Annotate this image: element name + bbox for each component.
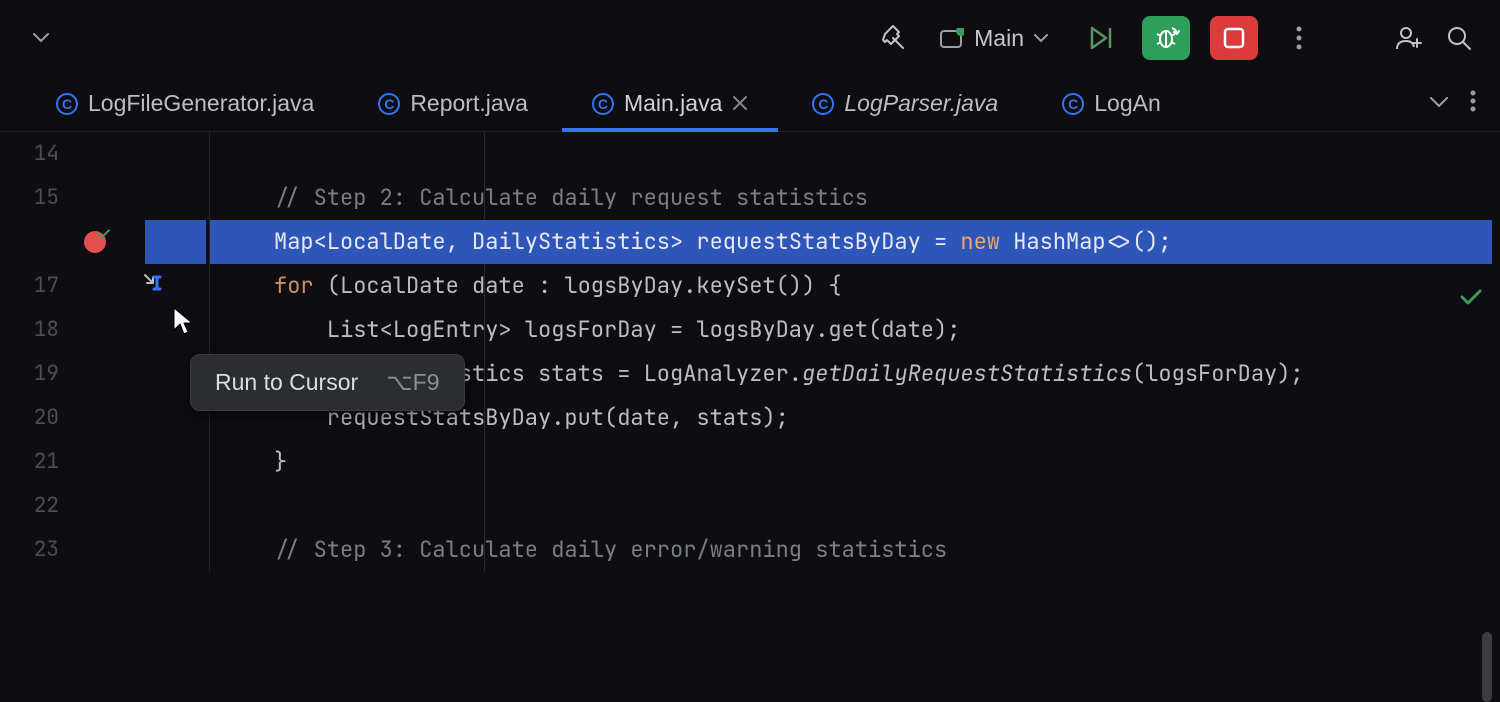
line-number: 21 [0,440,75,484]
code-line[interactable]: 18 List<LogEntry> logsForDay = logsByDay… [0,308,1500,352]
code-text: Map<LocalDate, DailyStatistics> requestS… [274,227,960,256]
code-line[interactable]: 17 for (LocalDate date : logsByDay.keySe… [0,264,1500,308]
tab-report[interactable]: C Report.java [346,76,560,132]
tab-label: Main.java [624,90,722,117]
code-text: (LocalDate date : logsByDay.keySet()) { [314,271,842,300]
breakpoint-icon [84,231,106,253]
line-number: 19 [0,352,75,396]
run-to-cursor-icon [143,264,163,308]
run-configuration-selector[interactable]: Main [926,19,1062,58]
run-resume-button[interactable] [1078,16,1126,60]
code-text: // Step 3: Calculate daily error/warning… [274,535,947,564]
line-number: 20 [0,396,75,440]
kebab-menu-icon[interactable] [1470,90,1476,117]
code-line[interactable]: 23 // Step 3: Calculate daily error/warn… [0,528,1500,572]
line-number: 18 [0,308,75,352]
class-icon: C [56,93,78,115]
code-text: HashMap<>(); [1000,227,1172,256]
tab-loganalyzer[interactable]: C LogAn [1030,76,1193,132]
line-number: 15 [0,176,75,220]
tooltip-shortcut: ⌥F9 [386,369,439,396]
code-text: (logsForDay); [1132,359,1304,388]
code-text: // Step 2: Calculate daily request stati… [274,183,868,212]
stop-button[interactable] [1210,16,1258,60]
line-number: 23 [0,528,75,572]
run-to-cursor-tooltip: Run to Cursor ⌥F9 [190,354,465,411]
terminal-icon [940,28,964,48]
tab-logfilegenerator[interactable]: C LogFileGenerator.java [24,76,346,132]
tab-label: LogFileGenerator.java [88,90,314,117]
tab-logparser[interactable]: C LogParser.java [780,76,1030,132]
code-method: getDailyRequestStatistics [802,359,1132,388]
search-icon[interactable] [1442,21,1476,55]
tab-label: LogParser.java [844,90,998,117]
tooltip-label: Run to Cursor [215,369,358,396]
line-number: 22 [0,484,75,528]
code-line[interactable]: 21 } [0,440,1500,484]
chevron-down-icon[interactable] [1430,95,1448,113]
breakpoint-gutter[interactable] [75,220,115,264]
line-number: 14 [0,132,75,176]
debug-rerun-button[interactable] [1142,16,1190,60]
code-line[interactable]: 22 [0,484,1500,528]
line-number [0,220,75,264]
run-to-cursor-gutter[interactable] [115,264,210,308]
chevron-down-icon [1034,34,1048,43]
scrollbar-thumb[interactable] [1482,632,1492,702]
mouse-cursor-icon [172,306,194,341]
code-line[interactable]: 15 // Step 2: Calculate daily request st… [0,176,1500,220]
code-text: } [274,447,287,476]
class-icon: C [378,93,400,115]
class-icon: C [812,93,834,115]
kebab-menu-icon[interactable] [1282,21,1316,55]
run-config-label: Main [974,25,1024,52]
code-keyword: for [274,271,314,300]
class-icon: C [1062,93,1084,115]
tab-label: LogAn [1094,90,1161,117]
tab-label: Report.java [410,90,528,117]
code-text: List<LogEntry> logsForDay = logsByDay.ge… [274,315,960,344]
line-number: 17 [0,264,75,308]
build-hammer-icon[interactable] [876,21,910,55]
code-line[interactable]: 14 [0,132,1500,176]
code-line-current[interactable]: Map<LocalDate, DailyStatistics> requestS… [0,220,1500,264]
class-icon: C [592,93,614,115]
close-icon[interactable] [732,90,748,117]
chevron-down-icon[interactable] [24,21,58,55]
tab-main[interactable]: C Main.java [560,76,780,132]
add-user-icon[interactable] [1392,21,1426,55]
code-keyword: new [960,227,1000,256]
